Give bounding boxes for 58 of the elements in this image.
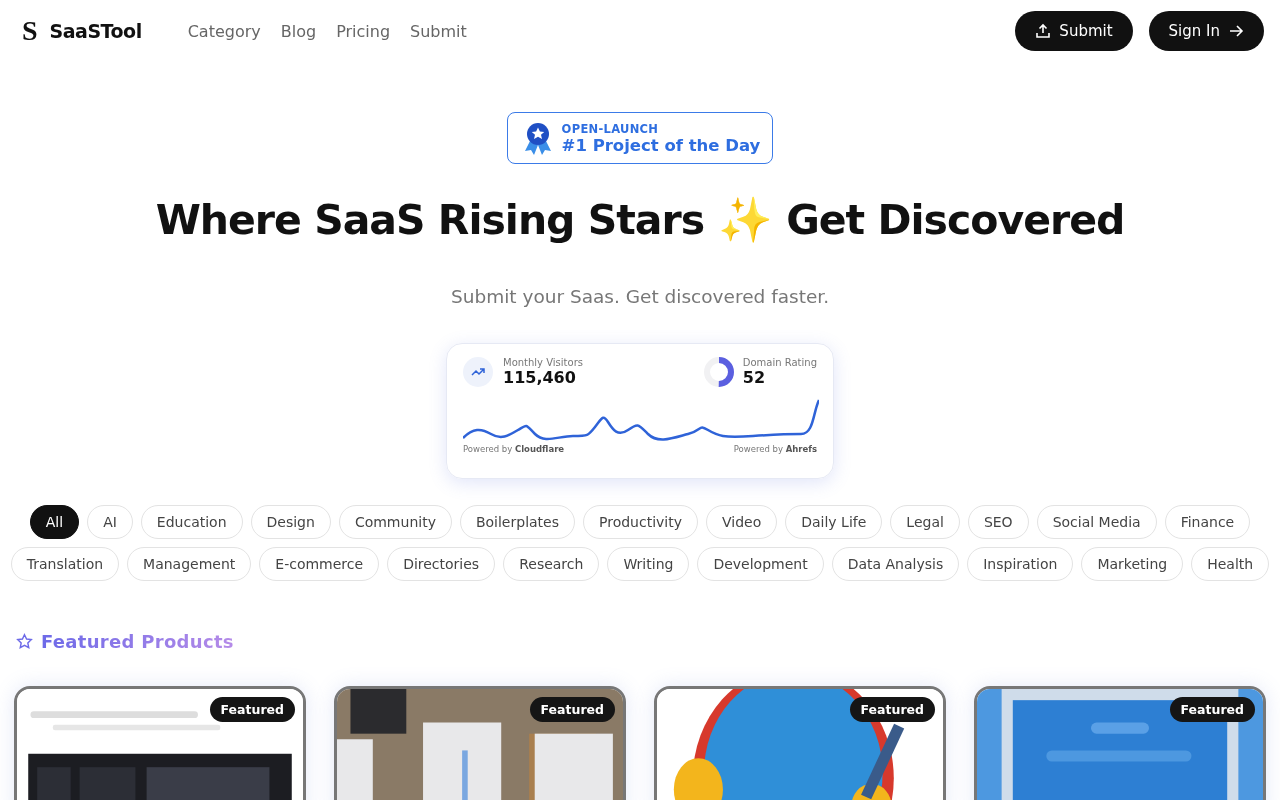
- sparkles-emoji: ✨: [718, 194, 773, 246]
- category-chip[interactable]: Marketing: [1081, 547, 1184, 581]
- category-chip[interactable]: Education: [140, 505, 243, 539]
- hero-title: Get Discovered: [786, 196, 1125, 244]
- category-chip[interactable]: Translation: [10, 547, 120, 581]
- category-chip[interactable]: Inspiration: [967, 547, 1074, 581]
- product-card[interactable]: Featured: [14, 686, 306, 800]
- category-chip[interactable]: Social Media: [1036, 505, 1157, 539]
- badge-label: OPEN-LAUNCH: [561, 121, 660, 136]
- brand-name[interactable]: SaaSTool: [49, 20, 142, 42]
- stat-value: 52: [742, 368, 767, 387]
- stat-label: Domain Rating: [742, 357, 817, 368]
- nav-link[interactable]: Blog: [280, 21, 317, 41]
- stat-value: 115,460: [503, 368, 577, 387]
- category-chip[interactable]: Video: [706, 505, 778, 539]
- category-chip[interactable]: Data Analysis: [831, 547, 960, 581]
- category-chip[interactable]: AI: [87, 505, 133, 539]
- arrow-right-icon: [1228, 23, 1244, 39]
- category-chip[interactable]: Community: [338, 505, 452, 539]
- category-chip[interactable]: Daily Life: [785, 505, 883, 539]
- category-chip[interactable]: Directories: [387, 547, 496, 581]
- product-card[interactable]: Featured: [974, 686, 1266, 800]
- nav-link[interactable]: Pricing: [336, 21, 391, 41]
- trending-up-icon: [463, 357, 493, 387]
- hero-title: Where SaaS Rising Stars: [155, 196, 705, 244]
- category-chip[interactable]: All: [29, 505, 80, 539]
- featured-badge: Featured: [1169, 697, 1255, 722]
- nav-link[interactable]: Category: [187, 21, 261, 41]
- powered-by-text: Powered by Ahrefs: [733, 444, 817, 454]
- stat-label: Monthly Visitors: [503, 357, 583, 368]
- featured-badge: Featured: [529, 697, 615, 722]
- ring-icon: [703, 357, 734, 387]
- hero-subtitle: Submit your Saas. Get discovered faster.: [450, 286, 830, 307]
- badge-title: #1 Project of the Day: [561, 135, 761, 155]
- category-chip[interactable]: SEO: [967, 505, 1029, 539]
- category-chip[interactable]: Health: [1191, 547, 1270, 581]
- category-chip[interactable]: E-commerce: [259, 547, 380, 581]
- category-chip[interactable]: Writing: [607, 547, 690, 581]
- upload-icon: [1035, 23, 1052, 39]
- category-chip[interactable]: Management: [127, 547, 252, 581]
- category-chip[interactable]: Design: [250, 505, 331, 539]
- product-card[interactable]: Featured: [654, 686, 946, 800]
- featured-badge: Featured: [209, 697, 295, 722]
- logo[interactable]: S: [22, 15, 38, 47]
- category-chip[interactable]: Boilerplates: [459, 505, 575, 539]
- sign-in-button[interactable]: Sign In: [1148, 11, 1264, 51]
- submit-button[interactable]: Submit: [1015, 11, 1133, 51]
- category-chip[interactable]: Research: [503, 547, 600, 581]
- launch-badge[interactable]: OPEN-LAUNCH #1 Project of the Day: [506, 112, 774, 164]
- category-chip[interactable]: Development: [697, 547, 824, 581]
- category-chip[interactable]: Productivity: [583, 505, 698, 539]
- product-card[interactable]: Featured: [334, 686, 626, 800]
- nav-link[interactable]: Submit: [410, 21, 467, 41]
- category-chip[interactable]: Legal: [890, 505, 960, 539]
- category-chip[interactable]: Finance: [1164, 505, 1251, 539]
- star-icon: [16, 633, 33, 650]
- featured-badge: Featured: [849, 697, 935, 722]
- powered-by-text: Powered by Cloudflare: [463, 444, 565, 454]
